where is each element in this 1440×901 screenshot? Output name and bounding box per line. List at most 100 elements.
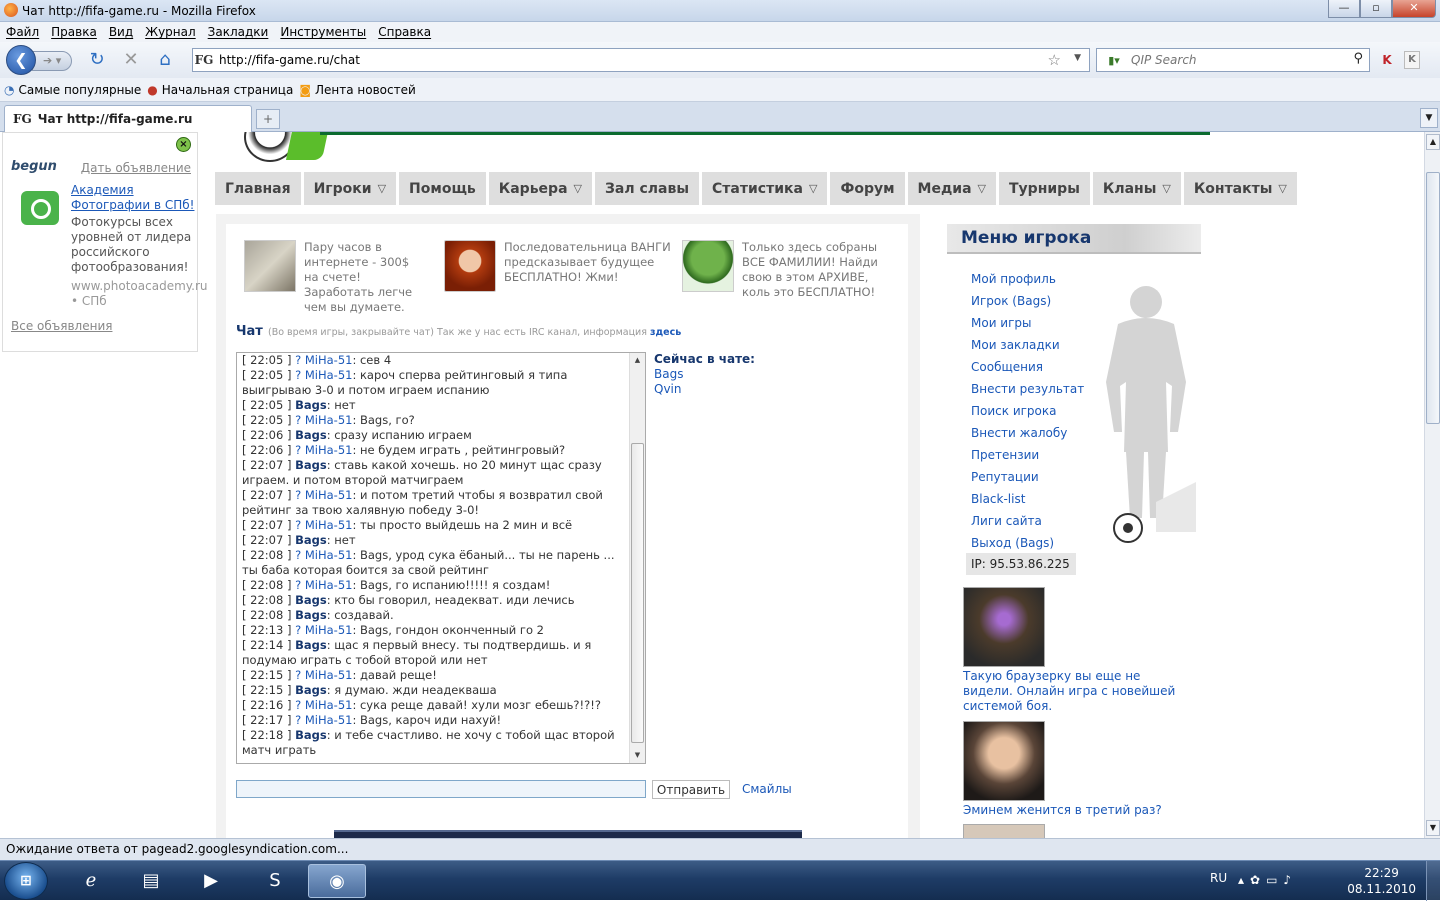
player-menu-item[interactable]: Игрок (Bags)	[971, 292, 1091, 314]
bookmark-most-visited[interactable]: ◔ Самые популярные	[4, 83, 141, 97]
url-input[interactable]	[215, 50, 1015, 70]
minimize-button[interactable]: —	[1328, 0, 1360, 18]
explorer-icon[interactable]: ▤	[122, 864, 180, 898]
smiles-link[interactable]: Смайлы	[742, 782, 792, 796]
start-button[interactable]: ⊞	[4, 862, 48, 900]
online-user[interactable]: Bags	[654, 367, 755, 382]
player-menu-item[interactable]: Мои игры	[971, 314, 1091, 336]
chat-user[interactable]: Bags	[295, 533, 327, 547]
menu-help[interactable]: Справка	[378, 25, 431, 39]
search-bar[interactable]: ▮▾ ⚲	[1096, 48, 1370, 72]
promo-surnames[interactable]: Только здесь собраны ВСЕ ФАМИЛИИ! Найди …	[682, 240, 886, 300]
nav-help[interactable]: Помощь	[399, 172, 486, 205]
chat-user[interactable]: ? MiHa-51	[295, 698, 352, 712]
player-menu-item[interactable]: Мой профиль	[971, 270, 1091, 292]
scroll-up-icon[interactable]: ▲	[630, 353, 645, 368]
irc-info-link[interactable]: здесь	[650, 327, 681, 338]
media-player-icon[interactable]: ▶	[182, 864, 240, 898]
player-menu-item[interactable]: Сообщения	[971, 358, 1091, 380]
chat-user[interactable]: ? MiHa-51	[295, 578, 352, 592]
chat-user[interactable]: ? MiHa-51	[295, 713, 352, 727]
chat-user[interactable]: Bags	[295, 728, 327, 742]
player-menu-item[interactable]: Внести результат	[971, 380, 1091, 402]
menu-history[interactable]: Журнал	[145, 25, 196, 39]
chat-user[interactable]: ? MiHa-51	[295, 488, 352, 502]
chat-user[interactable]: ? MiHa-51	[295, 443, 352, 457]
chat-user[interactable]: ? MiHa-51	[295, 623, 352, 637]
player-menu-item[interactable]: Претензии	[971, 446, 1091, 468]
home-icon[interactable]: ⌂	[152, 47, 178, 73]
stop-icon[interactable]: ✕	[118, 47, 144, 73]
skype-icon[interactable]: S	[246, 864, 304, 898]
nav-clans[interactable]: Кланы ▽	[1092, 172, 1181, 205]
firefox-taskbar-icon[interactable]: ◉	[308, 864, 366, 898]
all-ads-link[interactable]: Все объявления	[11, 319, 112, 333]
page-scrollbar[interactable]: ▲ ▼	[1424, 132, 1440, 838]
show-desktop-button[interactable]	[1426, 861, 1440, 901]
nav-media[interactable]: Медиа ▽	[907, 172, 996, 205]
chat-message-input[interactable]	[236, 780, 646, 798]
bookmark-news-feed[interactable]: ◙ Лента новостей	[299, 83, 415, 97]
chat-user[interactable]: Bags	[295, 593, 327, 607]
maximize-button[interactable]: ▫	[1360, 0, 1392, 18]
clock[interactable]: 22:29 08.11.2010	[1347, 865, 1416, 897]
online-user[interactable]: Qvin	[654, 382, 755, 397]
close-button[interactable]: ✕	[1392, 0, 1436, 18]
forward-button[interactable]: ➔ ▾	[32, 51, 72, 71]
chat-user[interactable]: Bags	[295, 608, 327, 622]
url-dropdown-icon[interactable]: ▼	[1074, 53, 1081, 63]
search-icon[interactable]: ⚲	[1353, 51, 1363, 66]
tab-list-dropdown-icon[interactable]: ▼	[1420, 108, 1438, 128]
site-logo[interactable]	[232, 132, 332, 164]
news-link[interactable]: Эминем женится в третий раз?	[963, 803, 1178, 818]
menu-view[interactable]: Вид	[109, 25, 133, 39]
scroll-thumb[interactable]	[1426, 172, 1440, 424]
chat-scrollbar[interactable]: ▲ ▼	[629, 353, 645, 763]
player-menu-item[interactable]: Репутации	[971, 468, 1091, 490]
tray-icons[interactable]: ▴✿▭♪	[1238, 873, 1297, 887]
news-link[interactable]: Такую браузерку вы еще не видели. Онлайн…	[963, 669, 1178, 714]
search-engine-icon[interactable]: ▮▾	[1097, 54, 1131, 67]
player-menu-item[interactable]: Мои закладки	[971, 336, 1091, 358]
nav-players[interactable]: Игроки ▽	[303, 172, 397, 205]
new-tab-button[interactable]: +	[256, 109, 280, 129]
scroll-down-icon[interactable]: ▼	[1426, 820, 1440, 836]
nav-contacts[interactable]: Контакты ▽	[1183, 172, 1297, 205]
ie-icon[interactable]: ℯ	[62, 864, 120, 898]
menu-file[interactable]: Файл	[6, 25, 39, 39]
promo-money[interactable]: Пару часов в интернете - 300$ на счете! …	[244, 240, 426, 315]
camera-icon[interactable]	[21, 191, 59, 225]
chat-log[interactable]: [ 22:05 ] ? MiHa-51: сев 4[ 22:05 ] ? Mi…	[236, 352, 646, 764]
kaspersky-icon[interactable]: K	[1376, 49, 1398, 71]
scroll-down-icon[interactable]: ▼	[630, 748, 645, 763]
menu-edit[interactable]: Правка	[51, 25, 97, 39]
player-menu-item[interactable]: Black-list	[971, 490, 1091, 512]
nav-tournaments[interactable]: Турниры	[999, 172, 1090, 205]
url-bar[interactable]: FG ☆ ▼	[192, 48, 1090, 72]
chat-user[interactable]: Bags	[295, 428, 327, 442]
bookmark-start-page[interactable]: ● Начальная страница	[147, 83, 293, 97]
news-item-partial[interactable]	[963, 824, 1178, 838]
nav-home[interactable]: Главная	[215, 172, 301, 205]
player-menu-item[interactable]: Поиск игрока	[971, 402, 1091, 424]
chat-user[interactable]: ? MiHa-51	[295, 413, 352, 427]
language-indicator[interactable]: RU	[1210, 871, 1227, 885]
menu-bookmarks[interactable]: Закладки	[208, 25, 269, 39]
chat-user[interactable]: ? MiHa-51	[295, 668, 352, 682]
chat-user[interactable]: ? MiHa-51	[295, 368, 352, 382]
chat-user[interactable]: ? MiHa-51	[295, 518, 352, 532]
news-item-eminem[interactable]: Эминем женится в третий раз?	[963, 721, 1178, 818]
reload-icon[interactable]: ↻	[84, 47, 110, 73]
menu-tools[interactable]: Инструменты	[280, 25, 366, 39]
back-button[interactable]: ❮	[6, 45, 36, 75]
bookmark-star-icon[interactable]: ☆	[1048, 51, 1061, 69]
nav-statistics[interactable]: Статистика ▽	[702, 172, 828, 205]
chat-user[interactable]: ? MiHa-51	[295, 548, 352, 562]
close-ad-icon[interactable]: ×	[176, 137, 191, 152]
nav-career[interactable]: Карьера ▽	[488, 172, 592, 205]
extension-icon[interactable]: K	[1404, 51, 1420, 69]
send-button[interactable]: Отправить	[652, 780, 730, 799]
scroll-thumb[interactable]	[631, 443, 644, 743]
news-item-browser-game[interactable]: Такую браузерку вы еще не видели. Онлайн…	[963, 587, 1178, 714]
tab-chat[interactable]: FG Чат http://fifa-game.ru	[4, 105, 252, 132]
